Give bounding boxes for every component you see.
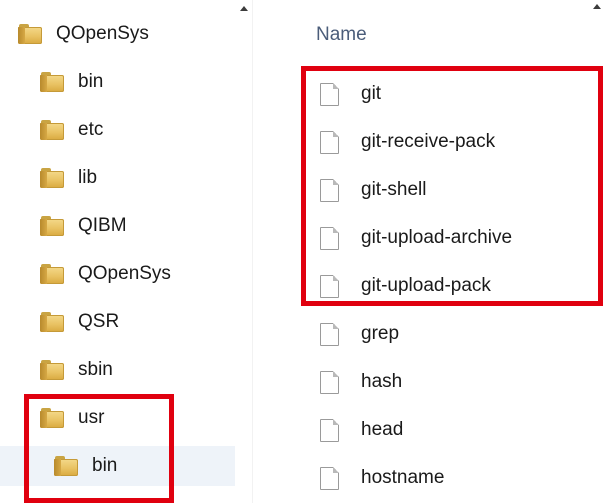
- nav-item-qopensys-root[interactable]: QOpenSys: [18, 14, 149, 54]
- nav-item-label: QIBM: [78, 215, 127, 236]
- nav-item-qsr[interactable]: QSR: [40, 302, 119, 342]
- file-name: git-upload-archive: [361, 227, 513, 248]
- folder-icon: [40, 216, 64, 236]
- file-list-pane: Name git git-receive-pack git-shell git-…: [274, 0, 603, 503]
- nav-item-usr[interactable]: usr: [40, 398, 104, 438]
- file-name: grep: [361, 323, 400, 344]
- file-icon: [320, 82, 339, 106]
- folder-icon: [40, 408, 64, 428]
- file-name: git-receive-pack: [361, 131, 496, 152]
- file-icon: [320, 370, 339, 394]
- nav-item-label: QOpenSys: [56, 23, 149, 44]
- file-row-git-upload-archive[interactable]: git-upload-archive: [320, 218, 512, 258]
- folder-icon: [40, 120, 64, 140]
- folder-icon: [40, 72, 64, 92]
- file-icon: [320, 178, 339, 202]
- nav-item-label: lib: [78, 167, 98, 188]
- file-icon: [320, 418, 339, 442]
- nav-item-label: QOpenSys: [78, 263, 171, 284]
- nav-scrollbar[interactable]: [235, 0, 248, 503]
- file-icon: [320, 274, 339, 298]
- file-row-git-shell[interactable]: git-shell: [320, 170, 426, 210]
- nav-item-label: sbin: [78, 359, 113, 380]
- scroll-up-arrow-icon[interactable]: [593, 4, 601, 9]
- nav-item-label: etc: [78, 119, 104, 140]
- folder-icon: [40, 312, 64, 332]
- file-row-hash[interactable]: hash: [320, 362, 402, 402]
- nav-item-label: bin: [92, 455, 118, 476]
- nav-item-label: usr: [78, 407, 105, 428]
- nav-item-label: QSR: [78, 311, 120, 332]
- file-row-git-upload-pack[interactable]: git-upload-pack: [320, 266, 491, 306]
- nav-item-qibm[interactable]: QIBM: [40, 206, 127, 246]
- scroll-up-arrow-icon[interactable]: [240, 6, 248, 11]
- file-name: hostname: [361, 467, 445, 488]
- file-name: head: [361, 419, 404, 440]
- nav-item-lib[interactable]: lib: [40, 158, 97, 198]
- nav-item-qopensys[interactable]: QOpenSys: [40, 254, 171, 294]
- navigation-pane: QOpenSys bin etc lib QIBM QOpenSys QSR s…: [0, 0, 248, 503]
- nav-item-etc[interactable]: etc: [40, 110, 103, 150]
- file-row-hostname[interactable]: hostname: [320, 458, 444, 498]
- file-icon: [320, 130, 339, 154]
- folder-icon: [54, 456, 78, 476]
- nav-item-usr-bin[interactable]: bin: [0, 446, 248, 486]
- file-name: git: [361, 83, 382, 104]
- folder-icon: [40, 360, 64, 380]
- pane-divider[interactable]: [252, 0, 274, 503]
- file-row-git[interactable]: git: [320, 74, 381, 114]
- file-row-head[interactable]: head: [320, 410, 403, 450]
- nav-item-bin[interactable]: bin: [40, 62, 103, 102]
- folder-icon: [18, 24, 42, 44]
- file-icon: [320, 226, 339, 250]
- folder-icon: [40, 168, 64, 188]
- column-header-name[interactable]: Name: [316, 24, 367, 46]
- file-name: hash: [361, 371, 403, 392]
- nav-item-label: bin: [78, 71, 104, 92]
- file-row-grep[interactable]: grep: [320, 314, 399, 354]
- folder-icon: [40, 264, 64, 284]
- file-name: git-shell: [361, 179, 427, 200]
- file-name: git-upload-pack: [361, 275, 491, 296]
- file-icon: [320, 466, 339, 490]
- file-icon: [320, 322, 339, 346]
- nav-item-sbin[interactable]: sbin: [40, 350, 113, 390]
- file-row-git-receive-pack[interactable]: git-receive-pack: [320, 122, 495, 162]
